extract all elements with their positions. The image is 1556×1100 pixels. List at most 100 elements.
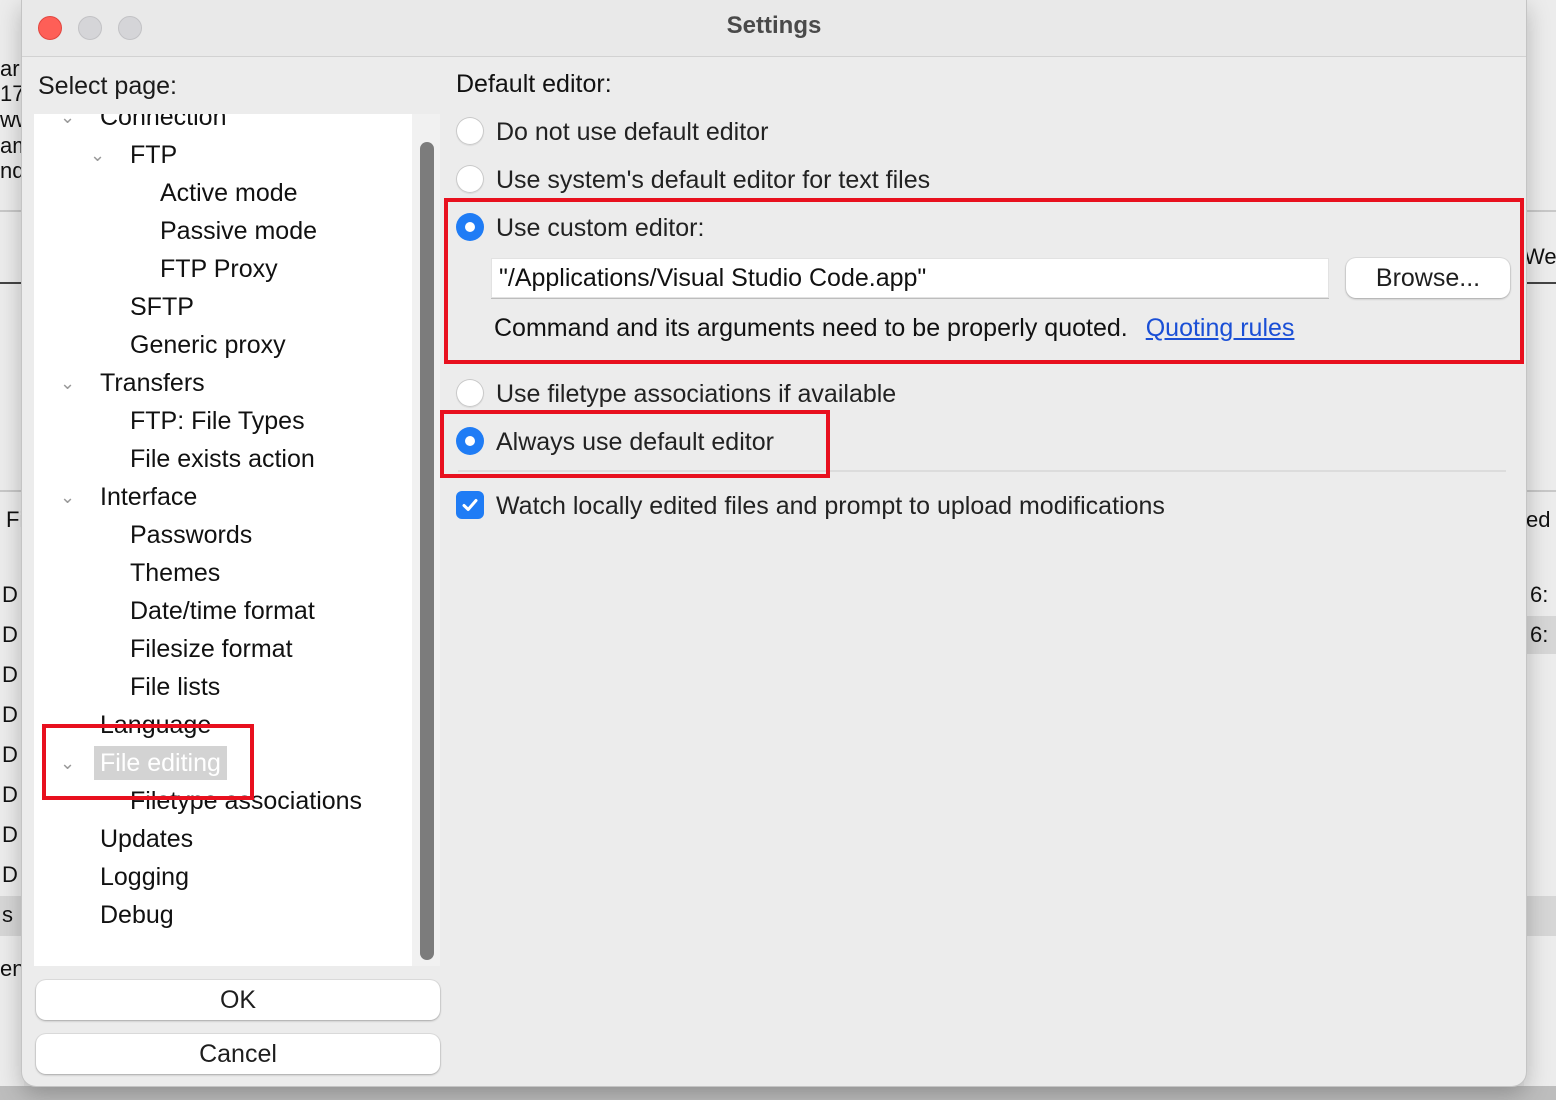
tree-item-label: Date/time format: [130, 597, 315, 625]
tree-item-label: Filetype associations: [130, 787, 363, 815]
tree-item[interactable]: ⌄ FTP: [34, 138, 412, 172]
tree-item[interactable]: Filesize format: [34, 632, 412, 666]
window-title: Settings: [726, 12, 822, 39]
background-divider: [1524, 282, 1556, 284]
chevron-down-icon[interactable]: ⌄: [90, 138, 110, 172]
tree-item[interactable]: Updates: [34, 822, 412, 856]
chevron-down-icon[interactable]: ⌄: [60, 480, 80, 514]
background-text: en: [0, 956, 25, 981]
tree-item-label: Passwords: [130, 521, 253, 549]
tree-item[interactable]: File exists action: [34, 442, 412, 476]
radio-label: Use custom editor:: [496, 214, 705, 242]
background-text: ar: [0, 56, 20, 81]
quoting-rules-link[interactable]: Quoting rules: [1146, 314, 1295, 342]
watch-edited-files-checkbox[interactable]: [456, 491, 484, 519]
tree-scrollbar[interactable]: [412, 114, 440, 966]
chevron-down-icon[interactable]: ⌄: [60, 114, 80, 134]
tree-item[interactable]: Themes: [34, 556, 412, 590]
radio-label: Use filetype associations if available: [496, 380, 897, 408]
tree-item-label: Interface: [100, 483, 198, 511]
custom-editor-input[interactable]: [491, 258, 1329, 298]
tree-item[interactable]: ⌄ File editing: [34, 746, 412, 780]
tree-item-label: Filesize format: [130, 635, 293, 663]
radio-label: Use system's default editor for text fil…: [496, 166, 931, 194]
radio-button[interactable]: [456, 117, 484, 145]
background-text: ed: [1526, 507, 1551, 532]
background-text: We: [1524, 244, 1556, 269]
background-text: D: [2, 742, 18, 767]
tree-item-label: Logging: [100, 863, 189, 891]
tree-item-label: Active mode: [160, 179, 298, 207]
radio-button-selected[interactable]: [456, 213, 484, 241]
background-divider: [1524, 210, 1556, 212]
background-desktop: [0, 1086, 1556, 1100]
tree-item[interactable]: SFTP: [34, 290, 412, 324]
background-divider: [0, 210, 24, 212]
browse-button[interactable]: Browse...: [1346, 258, 1510, 298]
tree-item-label: Passive mode: [160, 217, 318, 245]
chevron-down-icon[interactable]: ⌄: [60, 746, 80, 780]
tree-item[interactable]: Active mode: [34, 176, 412, 210]
select-page-label: Select page:: [38, 72, 177, 100]
tree-item-label: File exists action: [130, 445, 315, 473]
tree-item[interactable]: Language: [34, 708, 412, 742]
tree-item[interactable]: Date/time format: [34, 594, 412, 628]
background-divider: [0, 490, 24, 492]
tree-item[interactable]: FTP Proxy: [34, 252, 412, 286]
radio-button-selected[interactable]: [456, 427, 484, 455]
quoting-hint: Command and its arguments need to be pro…: [494, 314, 1294, 343]
background-text: D: [2, 862, 18, 887]
background-text: D: [2, 702, 18, 727]
separator: [458, 470, 1506, 472]
quoting-hint-text: Command and its arguments need to be pro…: [494, 314, 1128, 342]
tree-item[interactable]: ⌄ Transfers: [34, 366, 412, 400]
background-text: D: [2, 822, 18, 847]
background-band: [1526, 896, 1556, 936]
background-divider: [1524, 490, 1556, 492]
background-text: s: [2, 902, 13, 927]
background-divider: [0, 282, 24, 284]
tree-item-label: Themes: [130, 559, 221, 587]
background-text: D: [2, 622, 18, 647]
radio-button[interactable]: [456, 165, 484, 193]
background-text: D: [2, 662, 18, 687]
tree-item-label: Connection: [100, 114, 227, 131]
ok-button[interactable]: OK: [36, 980, 440, 1020]
radio-button[interactable]: [456, 379, 484, 407]
tree-item-label: Language: [100, 711, 212, 739]
tree-scrollbar-thumb[interactable]: [420, 142, 434, 960]
tree-item[interactable]: ⌄ Connection: [34, 114, 412, 134]
tree-item[interactable]: Passwords: [34, 518, 412, 552]
tree-item-label: File editing: [94, 746, 227, 780]
tree-item-label: FTP: [130, 141, 178, 169]
checkbox-label: Watch locally edited files and prompt to…: [496, 492, 1165, 520]
tree-item-label: Generic proxy: [130, 331, 286, 359]
tree-item[interactable]: FTP: File Types: [34, 404, 412, 438]
tree-item[interactable]: Filetype associations: [34, 784, 412, 818]
tree-item[interactable]: ⌄ Interface: [34, 480, 412, 514]
tree-item[interactable]: Passive mode: [34, 214, 412, 248]
page-tree[interactable]: ⌄ Connection ⌄ FTP Active mode Passive mode FT…: [34, 114, 412, 966]
settings-dialog: Settings Select page: ⌄ Connection ⌄ FTP Act…: [22, 0, 1526, 1086]
background-text: D: [2, 582, 18, 607]
radio-label: Do not use default editor: [496, 118, 769, 146]
background-text: 17: [0, 81, 25, 106]
tree-item[interactable]: Debug: [34, 898, 412, 932]
background-text: 6:: [1530, 582, 1549, 607]
tree-item[interactable]: Logging: [34, 860, 412, 894]
title-bar: Settings: [22, 0, 1526, 57]
default-editor-heading: Default editor:: [456, 70, 612, 98]
checkmark-icon: [462, 499, 478, 511]
tree-item-label: SFTP: [130, 293, 194, 321]
tree-item[interactable]: Generic proxy: [34, 328, 412, 362]
tree-item-label: Updates: [100, 825, 194, 853]
tree-item-label: FTP Proxy: [160, 255, 278, 283]
background-text: D: [2, 782, 18, 807]
background-text: nd: [0, 158, 25, 183]
tree-item-label: Transfers: [100, 369, 205, 397]
radio-label: Always use default editor: [496, 428, 774, 456]
tree-item-label: File lists: [130, 673, 221, 701]
cancel-button[interactable]: Cancel: [36, 1034, 440, 1074]
tree-item[interactable]: File lists: [34, 670, 412, 704]
chevron-down-icon[interactable]: ⌄: [60, 366, 80, 400]
